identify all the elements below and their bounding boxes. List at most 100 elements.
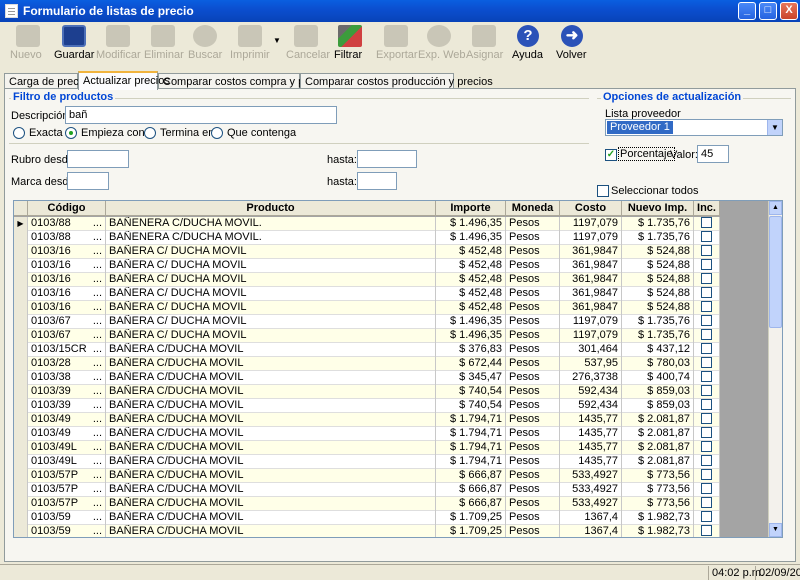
inc-checkbox[interactable]	[701, 343, 712, 355]
eliminar-button[interactable]: Eliminar	[144, 23, 184, 67]
inc-checkbox[interactable]	[701, 441, 712, 453]
row-selector[interactable]	[14, 343, 28, 357]
table-row[interactable]: 0103/59... BAÑERA C/DUCHA MOVIL $ 1.709,25…	[14, 525, 720, 537]
guardar-button[interactable]: Guardar	[54, 23, 94, 67]
grid-header-codigo[interactable]: Código	[28, 201, 106, 216]
inc-checkbox[interactable]	[701, 217, 712, 229]
inc-checkbox[interactable]	[701, 525, 712, 537]
table-row[interactable]: 0103/39... BAÑERA C/DUCHA MOVIL $ 740,54 Pe…	[14, 385, 720, 399]
row-selector[interactable]	[14, 273, 28, 287]
codigo-lookup-button[interactable]: ...	[93, 231, 102, 244]
codigo-lookup-button[interactable]: ...	[93, 357, 102, 370]
codigo-lookup-button[interactable]: ...	[93, 217, 102, 230]
inc-checkbox[interactable]	[701, 301, 712, 313]
inc-checkbox[interactable]	[701, 413, 712, 425]
codigo-lookup-button[interactable]: ...	[93, 483, 102, 496]
table-row[interactable]: 0103/67... BAÑERA C/ DUCHA MOVIL $ 1.496,3…	[14, 315, 720, 329]
marca-hasta-input[interactable]	[357, 172, 397, 190]
tab-carga-de-precios[interactable]: Carga de precios	[4, 73, 93, 89]
table-row[interactable]: 0103/16... BAÑERA C/ DUCHA MOVIL $ 452,48 P…	[14, 287, 720, 301]
tab-comparar-costos-compra[interactable]: Comparar costos compra y precios	[158, 73, 334, 89]
row-selector[interactable]	[14, 301, 28, 315]
table-row[interactable]: 0103/67... BAÑERA C/ DUCHA MOVIL $ 1.496,3…	[14, 329, 720, 343]
codigo-lookup-button[interactable]: ...	[93, 371, 102, 384]
grid-vertical-scrollbar[interactable]: ▲ ▼	[768, 201, 782, 537]
row-selector[interactable]	[14, 483, 28, 497]
table-row[interactable]: 0103/57P... BAÑERA C/DUCHA MOVIL $ 666,87 P…	[14, 469, 720, 483]
codigo-lookup-button[interactable]: ...	[93, 301, 102, 314]
table-row[interactable]: ▶ 0103/88... BAÑENERA C/DUCHA MOVIL. $ 1.49…	[14, 217, 720, 231]
codigo-lookup-button[interactable]: ...	[93, 497, 102, 510]
filtrar-button[interactable]: Filtrar	[334, 23, 366, 67]
scroll-down-arrow-icon[interactable]: ▼	[769, 523, 782, 537]
table-row[interactable]: 0103/16... BAÑERA C/ DUCHA MOVIL $ 452,48 P…	[14, 273, 720, 287]
row-selector[interactable]	[14, 455, 28, 469]
row-selector[interactable]	[14, 385, 28, 399]
imprimir-button[interactable]: Imprimir	[230, 23, 270, 67]
grid-header-importe[interactable]: Importe	[436, 201, 506, 216]
radio-que-contenga[interactable]	[211, 127, 223, 139]
ayuda-button[interactable]: ? Ayuda	[512, 23, 544, 67]
table-row[interactable]: 0103/49... BAÑERA C/DUCHA MOVIL $ 1.794,71…	[14, 427, 720, 441]
inc-checkbox[interactable]	[701, 399, 712, 411]
inc-checkbox[interactable]	[701, 455, 712, 467]
grid-header-inc[interactable]: Inc.	[694, 201, 720, 216]
asignar-button[interactable]: Asignar	[466, 23, 503, 67]
grid-header-costo[interactable]: Costo	[560, 201, 622, 216]
rubro-hasta-input[interactable]	[357, 150, 417, 168]
cancelar-button[interactable]: Cancelar	[286, 23, 330, 67]
codigo-lookup-button[interactable]: ...	[93, 329, 102, 342]
marca-desde-input[interactable]	[67, 172, 109, 190]
row-selector[interactable]	[14, 399, 28, 413]
row-selector[interactable]	[14, 413, 28, 427]
volver-button[interactable]: ➜ Volver	[556, 23, 588, 67]
radio-termina-en[interactable]	[144, 127, 156, 139]
codigo-lookup-button[interactable]: ...	[93, 441, 102, 454]
inc-checkbox[interactable]	[701, 315, 712, 327]
buscar-button[interactable]: Buscar	[188, 23, 222, 67]
table-row[interactable]: 0103/38... BAÑERA C/DUCHA MOVIL $ 345,47 Pe…	[14, 371, 720, 385]
codigo-lookup-button[interactable]: ...	[93, 455, 102, 468]
inc-checkbox[interactable]	[701, 357, 712, 369]
table-row[interactable]: 0103/49L... BAÑERA C/DUCHA MOVIL $ 1.794,7…	[14, 455, 720, 469]
row-selector[interactable]	[14, 287, 28, 301]
codigo-lookup-button[interactable]: ...	[93, 525, 102, 537]
codigo-lookup-button[interactable]: ...	[93, 511, 102, 524]
table-row[interactable]: 0103/57P... BAÑERA C/DUCHA MOVIL $ 666,87 P…	[14, 483, 720, 497]
row-selector[interactable]	[14, 231, 28, 245]
table-row[interactable]: 0103/88... BAÑENERA C/DUCHA MOVIL. $ 1.496…	[14, 231, 720, 245]
tab-actualizar-precios[interactable]: Actualizar precios	[78, 71, 170, 90]
table-row[interactable]: 0103/59... BAÑERA C/DUCHA MOVIL $ 1.709,25…	[14, 511, 720, 525]
minimize-button[interactable]: _	[738, 2, 756, 20]
valor-input[interactable]: 45	[697, 145, 729, 163]
codigo-lookup-button[interactable]: ...	[93, 287, 102, 300]
inc-checkbox[interactable]	[701, 427, 712, 439]
row-selector[interactable]: ▶	[14, 217, 28, 231]
porcentaje-checkbox[interactable]: ✓	[605, 149, 617, 161]
prices-grid[interactable]: Código Producto Importe Moneda Costo Nue…	[13, 200, 783, 538]
codigo-lookup-button[interactable]: ...	[93, 315, 102, 328]
grid-header-nuevo-imp[interactable]: Nuevo Imp.	[622, 201, 694, 216]
row-selector[interactable]	[14, 259, 28, 273]
radio-empieza-con[interactable]	[65, 127, 77, 139]
table-row[interactable]: 0103/49L... BAÑERA C/DUCHA MOVIL $ 1.794,7…	[14, 441, 720, 455]
lista-proveedor-select[interactable]: Proveedor 1 ▼	[605, 119, 783, 136]
codigo-lookup-button[interactable]: ...	[93, 399, 102, 412]
codigo-lookup-button[interactable]: ...	[93, 385, 102, 398]
chevron-down-icon[interactable]: ▼	[767, 120, 782, 135]
codigo-lookup-button[interactable]: ...	[93, 427, 102, 440]
row-selector[interactable]	[14, 441, 28, 455]
exportar-button[interactable]: Exportar	[376, 23, 418, 67]
table-row[interactable]: 0103/49... BAÑERA C/DUCHA MOVIL $ 1.794,71…	[14, 413, 720, 427]
row-selector[interactable]	[14, 329, 28, 343]
row-selector[interactable]	[14, 511, 28, 525]
radio-exacta[interactable]	[13, 127, 25, 139]
grid-header-producto[interactable]: Producto	[106, 201, 436, 216]
table-row[interactable]: 0103/39... BAÑERA C/DUCHA MOVIL $ 740,54 Pe…	[14, 399, 720, 413]
table-row[interactable]: 0103/16... BAÑERA C/ DUCHA MOVIL $ 452,48 P…	[14, 301, 720, 315]
inc-checkbox[interactable]	[701, 329, 712, 341]
descripcion-input[interactable]: bañ	[65, 106, 337, 124]
scroll-up-arrow-icon[interactable]: ▲	[769, 201, 782, 215]
codigo-lookup-button[interactable]: ...	[93, 343, 102, 356]
title-bar[interactable]: Formulario de listas de precio _ □ X	[0, 0, 800, 22]
